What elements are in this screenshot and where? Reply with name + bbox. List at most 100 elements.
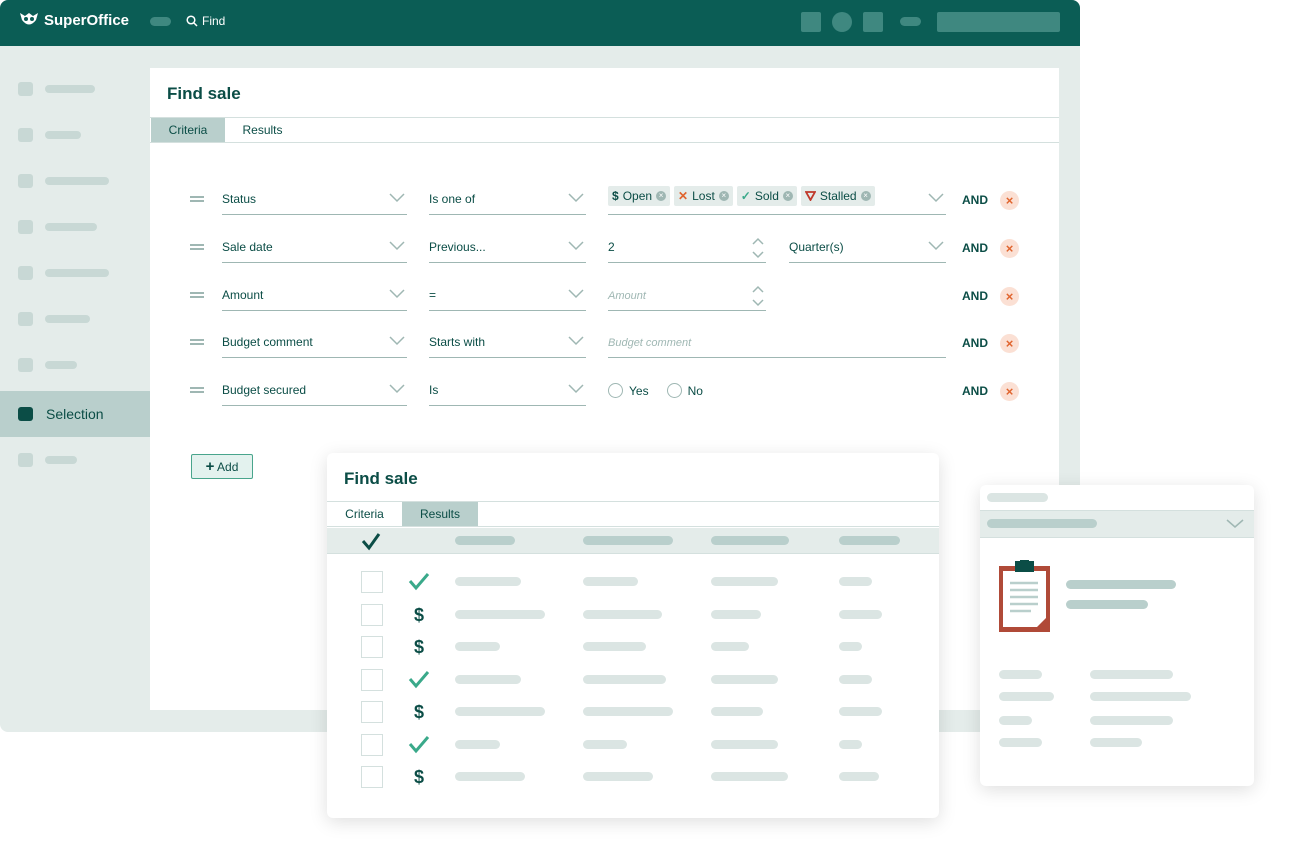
detail-dropdown[interactable] [980, 510, 1254, 538]
field-select-value: Budget comment [222, 335, 313, 349]
cell-placeholder [839, 707, 882, 716]
column-header[interactable] [583, 536, 673, 545]
row-checkbox[interactable] [361, 571, 383, 593]
operator-select[interactable]: Is [429, 376, 586, 406]
field-select[interactable]: Budget comment [222, 328, 407, 358]
row-checkbox[interactable] [361, 701, 383, 723]
sidebar-item-label-placeholder [45, 223, 97, 231]
logo[interactable]: SuperOffice [18, 11, 129, 29]
add-criteria-button[interactable]: + Add [191, 454, 253, 479]
field-select[interactable]: Status [222, 185, 407, 215]
check-icon [407, 571, 431, 593]
remove-row-button[interactable]: × [1000, 382, 1019, 401]
and-label: AND [962, 289, 988, 303]
menu-toggle[interactable] [150, 17, 171, 26]
tag-label: Open [622, 189, 653, 203]
budget-secured-radio-group: Yes No [608, 383, 721, 403]
cell-placeholder [839, 772, 879, 781]
criteria-row-sale-date: Sale date Previous... 2 Quarter(s) AND × [150, 233, 1059, 263]
row-checkbox[interactable] [361, 603, 383, 626]
unit-select[interactable]: Quarter(s) [789, 233, 946, 263]
search-icon [186, 15, 198, 27]
drag-handle-icon[interactable] [190, 292, 204, 298]
operator-select[interactable]: Starts with [429, 328, 586, 358]
budget-comment-input[interactable]: Budget comment [608, 328, 946, 358]
sidebar-item[interactable] [0, 112, 150, 158]
operator-select-value: Is one of [429, 192, 476, 206]
find-button[interactable]: Find [186, 14, 225, 28]
spinner-icon[interactable] [752, 237, 764, 259]
tab-results[interactable]: Results [402, 502, 478, 526]
toolbar-button[interactable] [863, 12, 883, 32]
avatar[interactable] [832, 12, 852, 32]
stalled-icon [804, 191, 816, 201]
sidebar-item-icon [18, 312, 33, 326]
sidebar-item-selection[interactable]: Selection [0, 391, 150, 437]
cell-placeholder [839, 609, 882, 619]
spinner-icon[interactable] [752, 285, 764, 307]
cell-placeholder [711, 772, 788, 781]
sidebar-item[interactable] [0, 250, 150, 296]
number-input[interactable]: 2 [608, 233, 766, 263]
sidebar-item[interactable] [0, 158, 150, 204]
chevron-down-icon [568, 336, 584, 346]
chevron-down-icon [568, 241, 584, 251]
remove-tag-icon[interactable]: × [718, 191, 729, 201]
sidebar-item[interactable] [0, 296, 150, 342]
cross-icon: ✕ [678, 189, 689, 203]
tab-bar: Criteria Results [150, 117, 1059, 143]
toolbar-search-field[interactable] [937, 12, 1060, 32]
sidebar-item[interactable] [0, 342, 150, 388]
sidebar-item[interactable] [0, 437, 150, 483]
select-all-check-icon[interactable] [361, 531, 381, 551]
operator-select[interactable]: = [429, 281, 586, 311]
operator-select[interactable]: Is one of [429, 185, 586, 215]
row-checkbox[interactable] [361, 766, 383, 788]
cell-placeholder [583, 772, 653, 781]
column-header[interactable] [455, 536, 515, 545]
remove-row-button[interactable]: × [1000, 191, 1019, 210]
dollar-icon: $ [612, 189, 619, 203]
number-input-value: 2 [608, 240, 615, 254]
remove-tag-icon[interactable]: × [860, 191, 871, 201]
column-header[interactable] [711, 536, 789, 545]
field-select[interactable]: Sale date [222, 233, 407, 263]
radio-no[interactable]: No [666, 383, 703, 398]
radio-yes[interactable]: Yes [608, 383, 649, 398]
field-select[interactable]: Budget secured [222, 376, 407, 406]
toolbar-pill[interactable] [900, 17, 921, 26]
cell-placeholder [455, 642, 500, 651]
cell-placeholder [583, 577, 638, 586]
remove-row-button[interactable]: × [1000, 334, 1019, 353]
remove-tag-icon[interactable]: × [782, 191, 793, 201]
sidebar-item[interactable] [0, 204, 150, 250]
tab-results[interactable]: Results [225, 118, 300, 142]
remove-row-button[interactable]: × [1000, 287, 1019, 306]
detail-field-value [1090, 738, 1142, 747]
sidebar-item-icon [18, 220, 33, 234]
tab-criteria[interactable]: Criteria [327, 502, 402, 526]
criteria-row-status: Status Is one of $ Open × ✕ Lost × ✓ Sold × Stall… [150, 185, 1059, 215]
drag-handle-icon[interactable] [190, 339, 204, 345]
field-select-value: Amount [222, 288, 264, 302]
remove-tag-icon[interactable]: × [656, 191, 667, 201]
field-select[interactable]: Amount [222, 281, 407, 311]
amount-input[interactable]: Amount [608, 281, 766, 311]
column-header[interactable] [839, 536, 900, 545]
operator-select[interactable]: Previous... [429, 233, 586, 263]
drag-handle-icon[interactable] [190, 244, 204, 250]
tab-criteria[interactable]: Criteria [151, 118, 225, 142]
row-checkbox[interactable] [361, 668, 383, 691]
chevron-down-icon [568, 384, 584, 394]
cell-placeholder [583, 739, 627, 749]
detail-field-value [1090, 670, 1173, 679]
row-checkbox[interactable] [361, 733, 383, 756]
remove-row-button[interactable]: × [1000, 239, 1019, 258]
status-multiselect[interactable]: $ Open × ✕ Lost × ✓ Sold × Stalled × [608, 185, 946, 215]
cell-placeholder [839, 577, 872, 586]
drag-handle-icon[interactable] [190, 196, 204, 202]
sidebar-item[interactable] [0, 66, 150, 112]
drag-handle-icon[interactable] [190, 387, 204, 393]
row-checkbox[interactable] [361, 636, 383, 658]
toolbar-button[interactable] [801, 12, 821, 32]
